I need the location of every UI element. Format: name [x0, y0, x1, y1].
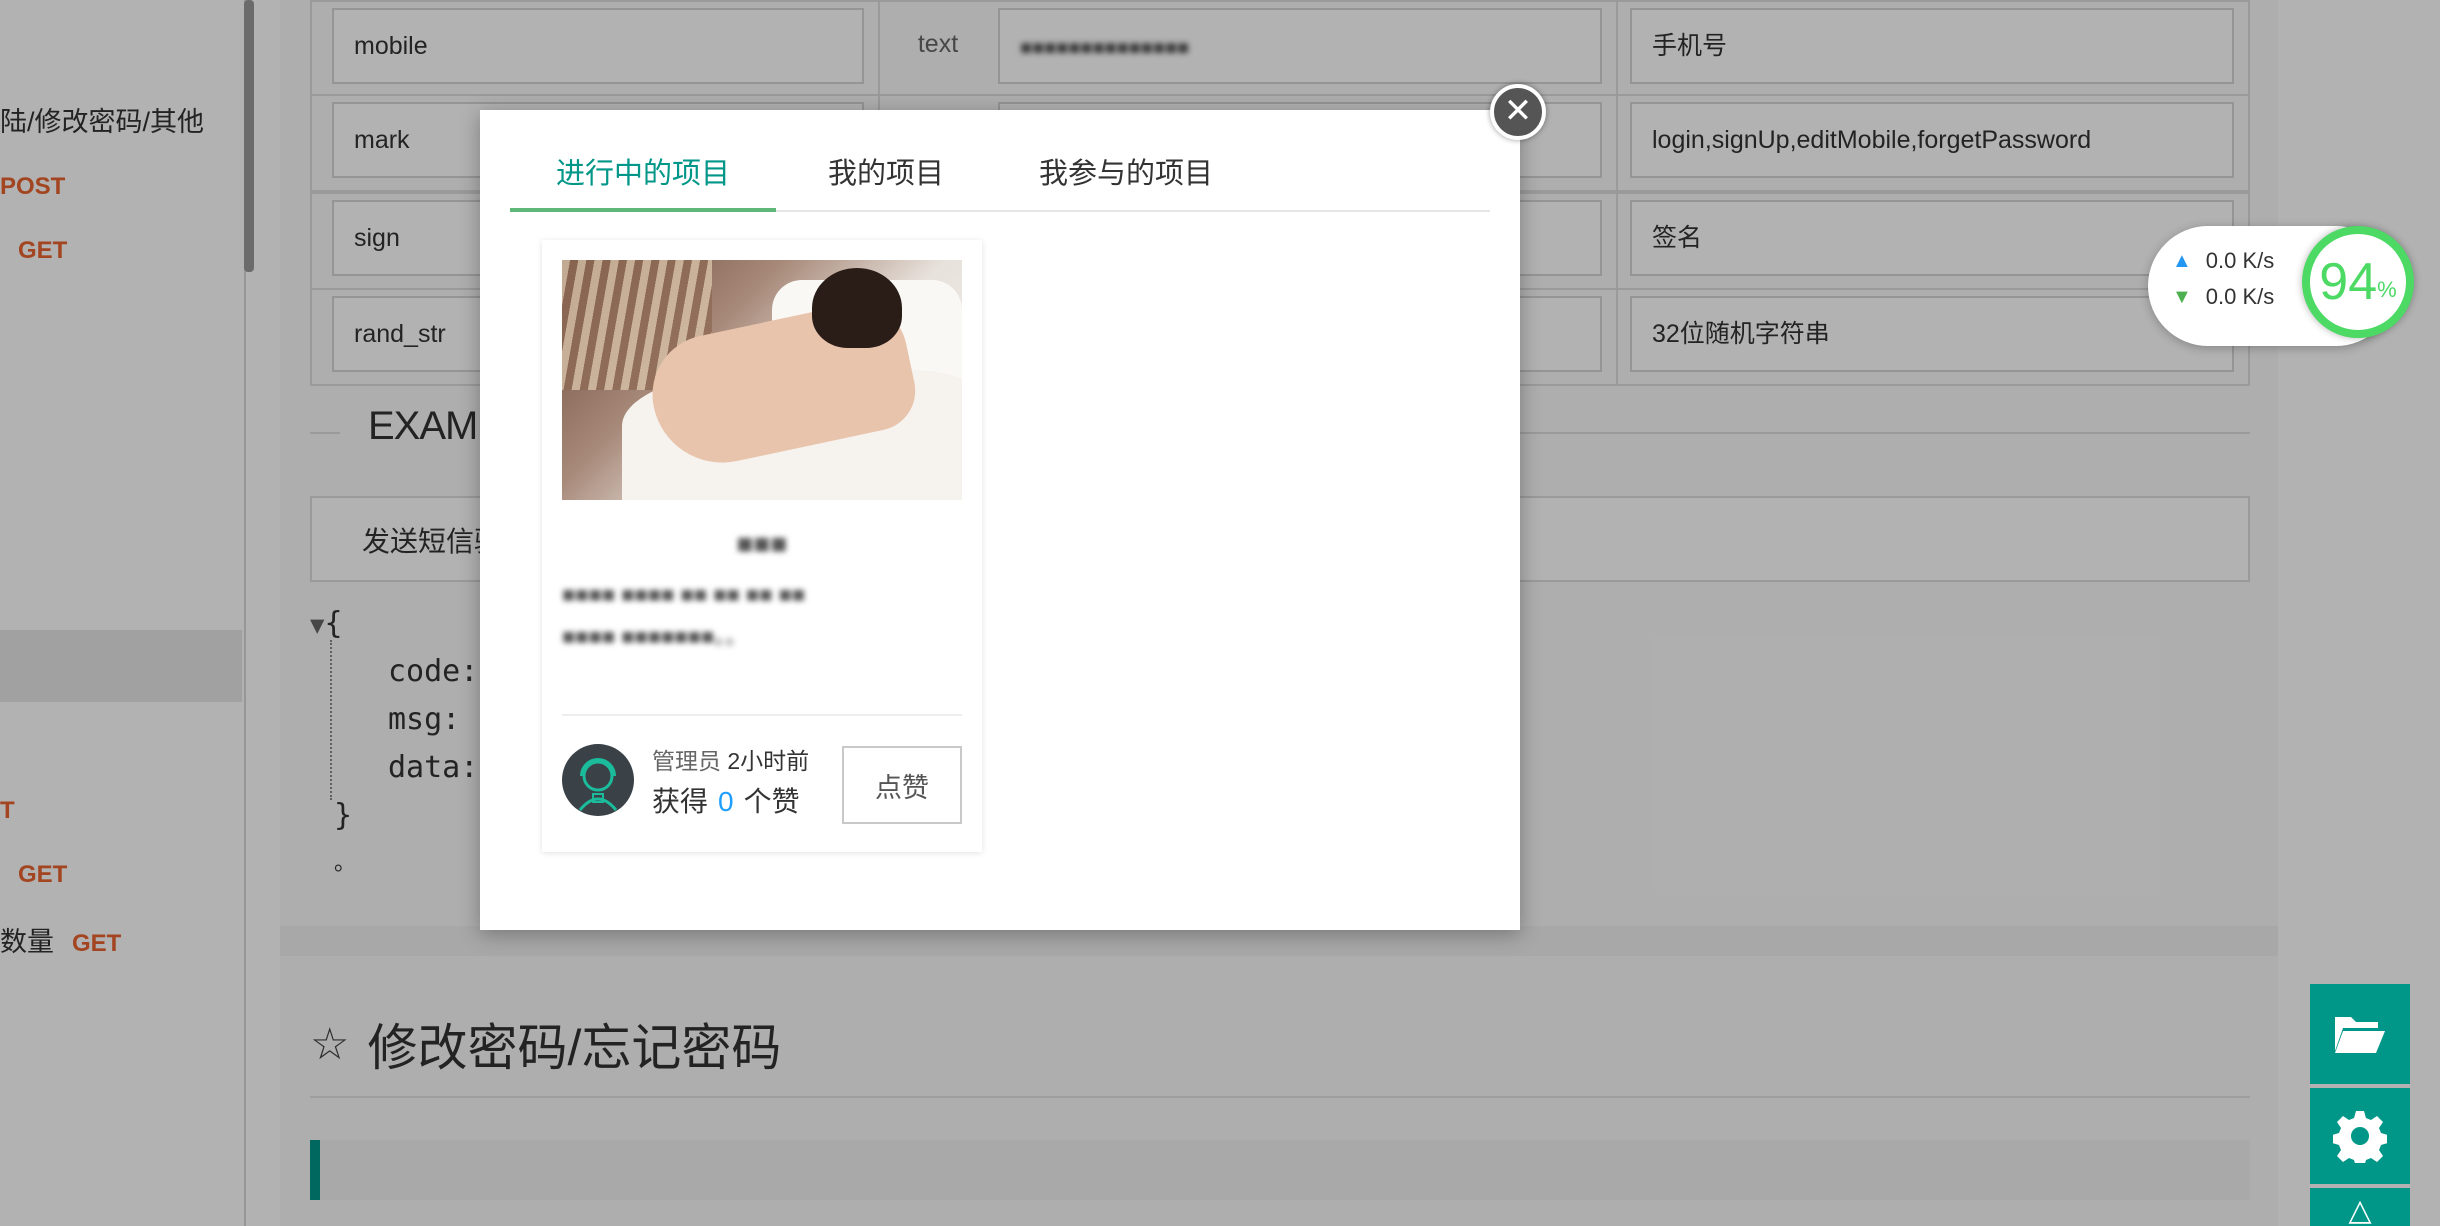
download-arrow-icon: ▼: [2172, 285, 2192, 308]
folder-button[interactable]: [2310, 984, 2410, 1084]
memory-gauge[interactable]: 94%: [2302, 226, 2414, 338]
gear-icon: [2333, 1111, 2387, 1163]
settings-button[interactable]: [2310, 1088, 2410, 1184]
modal-tab-bar: 进行中的项目 我的项目 我参与的项目: [510, 110, 1490, 212]
projects-modal: 进行中的项目 我的项目 我参与的项目 ■■■ ■■■■ ■■■■ ■■ ■■ ■…: [480, 110, 1520, 930]
user-avatar-icon: [578, 758, 618, 811]
project-description: ■■■■ ■■■■ ■■ ■■ ■■ ■■ ■■■■ ■■■■■■■。。: [562, 582, 806, 649]
post-time: 2小时前: [727, 748, 810, 774]
folder-open-icon: [2335, 1017, 2385, 1053]
author-role: 管理员: [652, 748, 721, 774]
tab-my-projects[interactable]: 我的项目: [776, 150, 996, 212]
back-to-top-button[interactable]: △: [2310, 1188, 2410, 1226]
upload-arrow-icon: ▲: [2172, 249, 2192, 272]
project-title: ■■■: [736, 528, 788, 559]
card-divider: [562, 714, 962, 716]
tab-joined-projects[interactable]: 我参与的项目: [996, 150, 1256, 212]
project-meta: 管理员 2小时前: [652, 742, 809, 776]
like-button[interactable]: 点赞: [842, 746, 962, 824]
project-card[interactable]: ■■■ ■■■■ ■■■■ ■■ ■■ ■■ ■■ ■■■■ ■■■■■■■。。…: [542, 240, 982, 852]
likes-summary: 获得 0 个赞: [652, 786, 800, 817]
close-icon[interactable]: ✕: [1490, 84, 1546, 140]
avatar[interactable]: [562, 744, 634, 816]
likes-count: 0: [718, 786, 734, 817]
download-speed: 0.0 K/s: [2205, 284, 2275, 309]
upload-speed: 0.0 K/s: [2205, 248, 2275, 273]
project-cover-image[interactable]: [562, 260, 962, 500]
tab-in-progress[interactable]: 进行中的项目: [510, 150, 776, 212]
arrow-up-icon: △: [2348, 1194, 2372, 1226]
